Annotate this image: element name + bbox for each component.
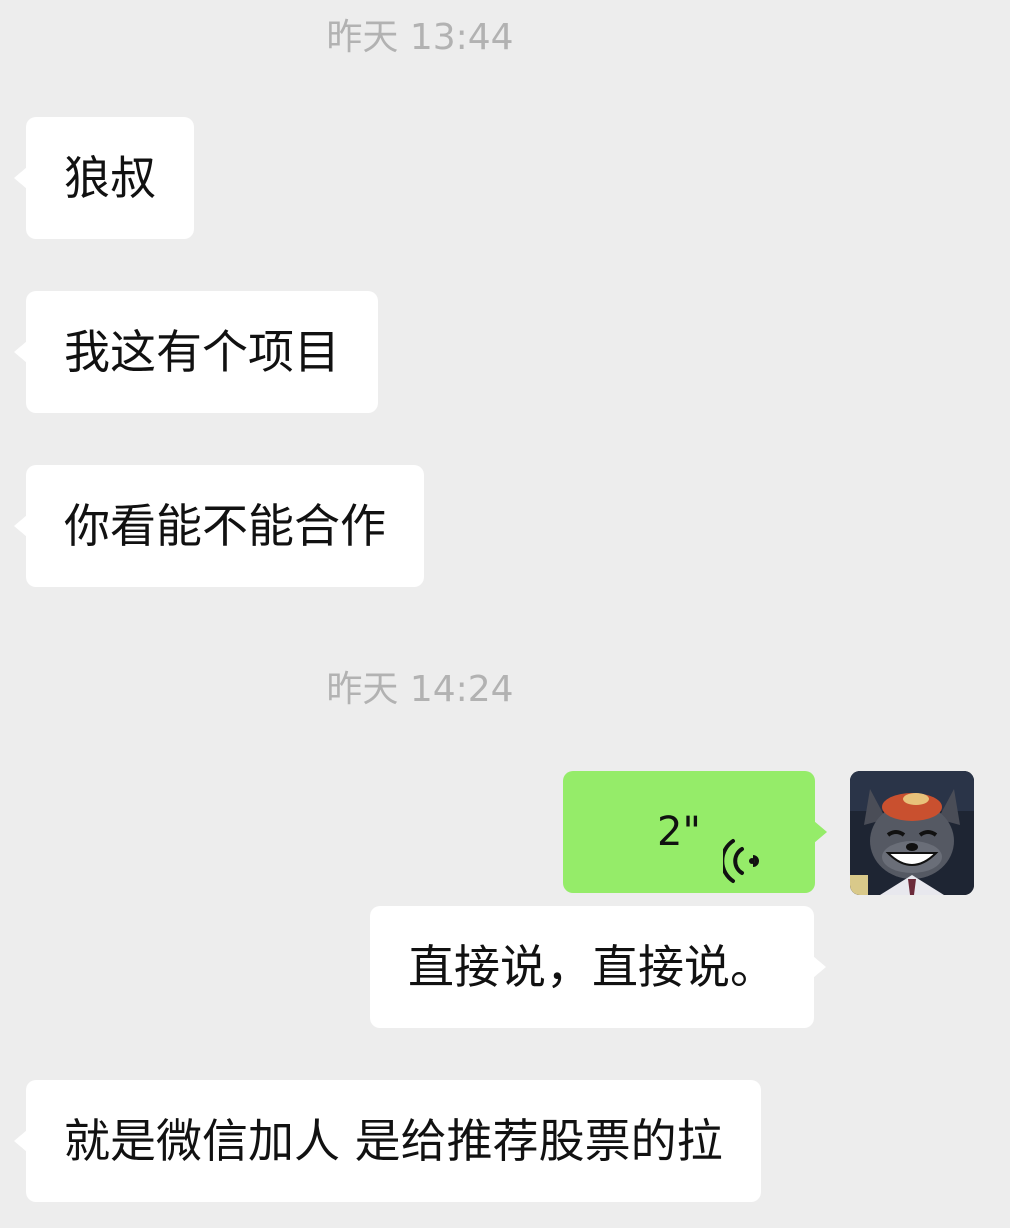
message-bubble-incoming[interactable]: 你看能不能合作 — [14, 465, 424, 587]
voice-message-bubble[interactable]: 2" — [563, 771, 827, 893]
message-bubble-outgoing[interactable]: 直接说，直接说。 — [370, 906, 826, 1028]
avatar[interactable] — [850, 771, 974, 895]
voice-wave-icon — [720, 808, 763, 883]
wolf-avatar-icon — [850, 771, 974, 895]
message-bubble-incoming[interactable]: 就是微信加人 是给推荐股票的拉 — [14, 1080, 761, 1202]
timestamp: 昨天 14:24 — [326, 669, 514, 710]
message-bubble-incoming[interactable]: 狼叔 — [14, 117, 194, 239]
timestamp: 昨天 13:44 — [326, 17, 514, 58]
message-bubble-incoming[interactable]: 我这有个项目 — [14, 291, 378, 413]
voice-duration: 2" — [657, 809, 701, 855]
